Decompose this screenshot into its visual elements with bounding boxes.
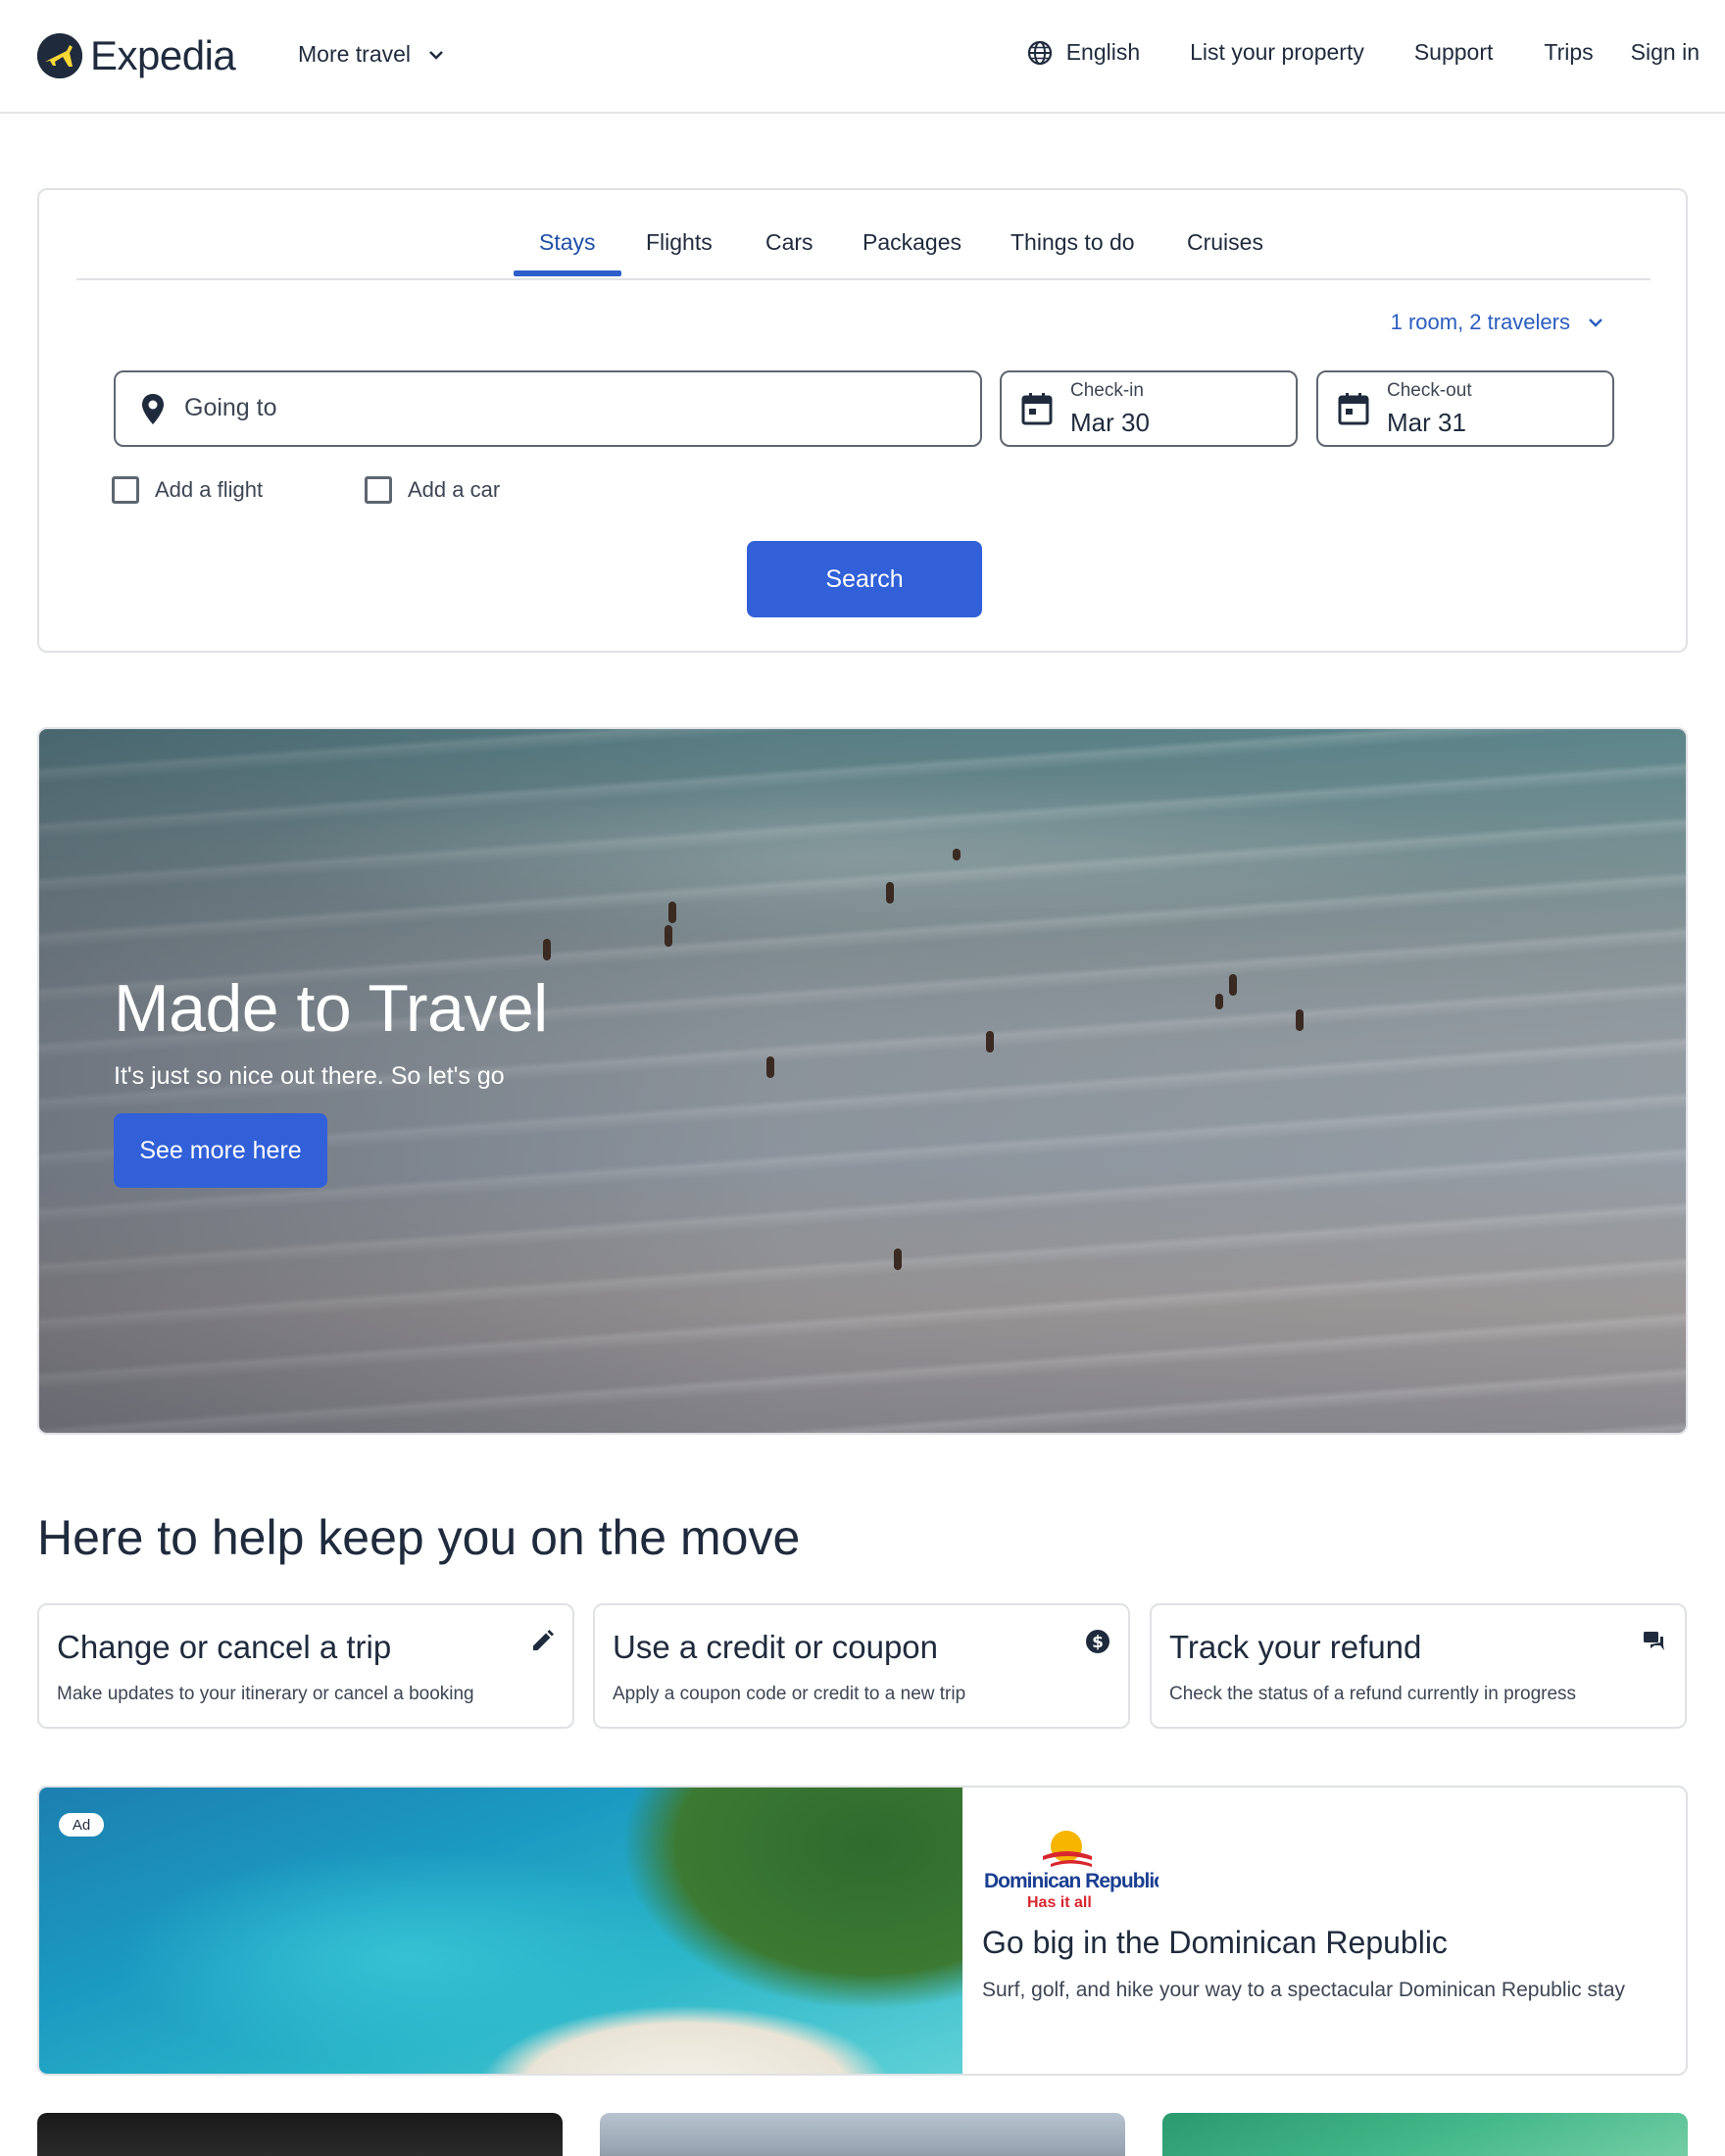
ad-title: Go big in the Dominican Republic [982,1925,1448,1960]
active-tab-indicator [514,270,621,276]
add-car-label: Add a car [408,477,501,502]
expedia-logo[interactable]: Expedia [37,32,236,78]
see-more-button[interactable]: See more here [114,1113,327,1188]
hero-banner: Made to Travel It's just so nice out the… [37,727,1688,1435]
going-to-field[interactable]: Going to [114,370,982,447]
more-travel-menu[interactable]: More travel [298,41,444,68]
ad-description: Surf, golf, and hike your way to a spect… [982,1979,1625,2001]
beach-swimmer [766,1056,774,1078]
check-in-label: Check-in [1070,380,1144,401]
list-property-link[interactable]: List your property [1190,39,1364,66]
card-title: Use a credit or coupon [613,1629,939,1665]
beach-swimmer [986,1031,994,1053]
help-section-title: Here to help keep you on the move [37,1510,801,1565]
travelers-label: 1 room, 2 travelers [1390,310,1570,334]
beach-swimmer [953,849,961,860]
header-nav: English List your property Support Trips… [1027,39,1700,66]
support-link[interactable]: Support [1414,39,1494,66]
card-title: Track your refund [1169,1629,1422,1665]
sign-in-link[interactable]: Sign in [1631,39,1700,66]
more-travel-label: More travel [298,41,412,67]
language-label: English [1065,39,1141,65]
beach-swimmer [1215,994,1223,1009]
check-in-value: Mar 30 [1070,408,1150,437]
chevron-down-icon [1589,318,1602,327]
change-cancel-trip-card[interactable]: Change or cancel a trip Make updates to … [37,1603,574,1729]
credit-coupon-card[interactable]: Use a credit or coupon Apply a coupon co… [593,1603,1130,1729]
chevron-down-icon [429,50,443,60]
card-description: Check the status of a refund currently i… [1169,1684,1577,1704]
beach-swimmer [894,1249,902,1270]
expedia-logo-icon [37,33,82,78]
calendar-icon [1021,393,1053,425]
beach-swimmer [668,902,676,923]
dominican-republic-logo: Dominican Republic Has it all [984,1831,1158,1911]
trips-link[interactable]: Trips [1544,39,1593,66]
travelers-selector[interactable]: 1 room, 2 travelers [1391,310,1603,335]
beach-swimmer [543,939,551,960]
destination-thumbnail[interactable] [37,2113,563,2156]
check-out-value: Mar 31 [1387,408,1466,437]
search-card: Stays Flights Cars Packages Things to do… [37,188,1688,653]
hero-title: Made to Travel [114,971,548,1046]
check-in-field[interactable]: Check-in Mar 30 [1000,370,1298,447]
svg-text:Dominican Republic: Dominican Republic [984,1870,1158,1892]
track-refund-card[interactable]: Track your refund Check the status of a … [1150,1603,1687,1729]
card-description: Make updates to your itinerary or cancel… [57,1684,474,1704]
checkbox-box [365,476,392,504]
add-flight-checkbox[interactable]: Add a flight [112,476,263,504]
svg-text:Has it all: Has it all [1027,1894,1092,1911]
beach-swimmer [665,925,672,947]
checkbox-box [112,476,139,504]
tab-packages[interactable]: Packages [862,229,961,256]
calendar-icon [1338,393,1369,425]
dollar-icon: $ [1086,1630,1109,1653]
ad-coastline-image: Ad [39,1788,962,2074]
add-flight-label: Add a flight [155,477,264,502]
check-out-field[interactable]: Check-out Mar 31 [1316,370,1614,447]
dominican-republic-ad[interactable]: Ad Dominican Republic Has it all Go big … [37,1786,1688,2076]
tab-cruises[interactable]: Cruises [1187,229,1263,256]
destination-thumbnail[interactable] [1162,2113,1688,2156]
map-pin-icon [142,394,164,424]
svg-text:$: $ [1092,1633,1104,1652]
tab-cars[interactable]: Cars [765,229,813,256]
beach-swimmer [886,882,894,904]
language-selector[interactable]: English [1027,39,1140,66]
brand-name: Expedia [90,32,236,78]
check-out-label: Check-out [1387,380,1472,401]
beach-swimmer [1296,1009,1304,1031]
hero-subtitle: It's just so nice out there. So let's go [114,1062,505,1090]
pencil-icon [533,1630,554,1650]
add-car-checkbox[interactable]: Add a car [365,476,500,504]
chat-icon [1644,1632,1664,1650]
tab-stays[interactable]: Stays [539,229,596,256]
card-description: Apply a coupon code or credit to a new t… [613,1684,966,1704]
search-button[interactable]: Search [747,541,982,617]
card-title: Change or cancel a trip [57,1629,392,1665]
globe-icon [1027,40,1052,65]
beach-swimmer [1229,974,1237,996]
top-header: Expedia More travel English List your pr… [0,0,1725,114]
going-to-placeholder: Going to [184,394,277,421]
tab-flights[interactable]: Flights [646,229,713,256]
destination-thumbnail[interactable] [600,2113,1125,2156]
ad-badge: Ad [59,1813,104,1837]
tab-things-to-do[interactable]: Things to do [1010,229,1135,256]
search-tabs: Stays Flights Cars Packages Things to do… [76,190,1651,280]
